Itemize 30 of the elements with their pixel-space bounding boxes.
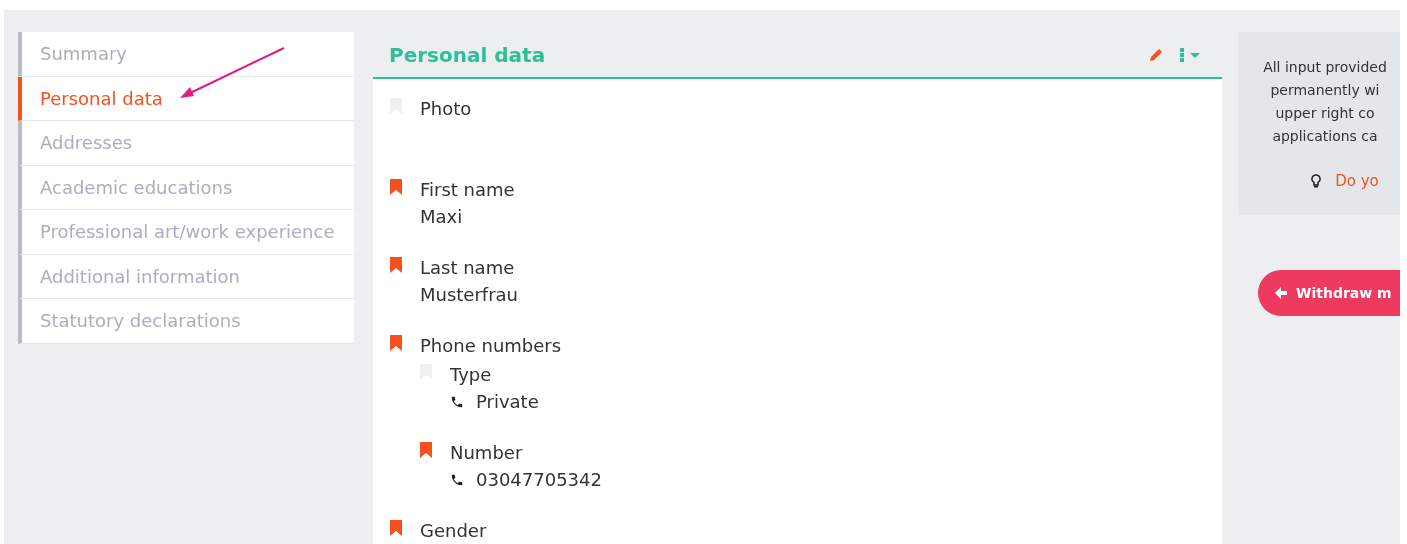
info-text: All input provided: [1263, 58, 1387, 77]
info-text: permanently wi: [1270, 81, 1380, 100]
panel-title: Personal data: [389, 41, 546, 69]
field-label: Photo: [420, 97, 472, 121]
field-value: Maxi: [420, 205, 463, 229]
field-value: Private: [476, 390, 539, 414]
field-label: Type: [450, 363, 493, 387]
field-value: Musterfrau: [420, 283, 519, 307]
phone-icon: [450, 472, 464, 487]
phone-icon: [450, 394, 464, 409]
info-text: upper right co: [1275, 104, 1375, 123]
info-text: applications ca: [1272, 127, 1378, 146]
sidebar-item[interactable]: Statutory declarations: [18, 299, 354, 344]
hint-link[interactable]: Do yo: [1335, 170, 1379, 193]
field-label: First name: [420, 178, 515, 202]
sidebar-item[interactable]: Addresses: [18, 121, 354, 166]
field-value: 03047705342: [476, 468, 602, 492]
pencil-icon[interactable]: [1148, 46, 1164, 63]
more-menu-icon[interactable]: [1178, 46, 1202, 63]
sidebar-item[interactable]: Academic educations: [18, 165, 354, 210]
withdraw-button[interactable]: Withdraw m: [1258, 270, 1400, 316]
lightbulb-icon: [1311, 174, 1322, 189]
arrow-left-icon: [1274, 286, 1288, 300]
sidebar-item[interactable]: Additional information: [18, 254, 354, 299]
field-label: Phone numbers: [420, 334, 563, 358]
field-label: Gender: [420, 519, 487, 543]
field-label: Number: [450, 441, 524, 465]
sidebar-item[interactable]: Professional art/work experience: [18, 210, 354, 255]
sidebar-item[interactable]: Summary: [18, 32, 354, 77]
field-label: Last name: [420, 256, 516, 280]
